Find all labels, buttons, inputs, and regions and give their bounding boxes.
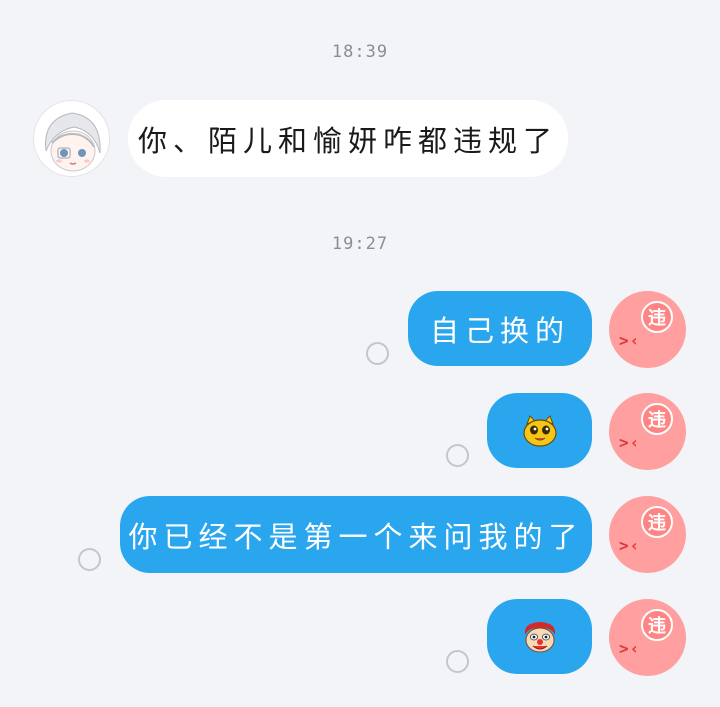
self-avatar[interactable]: 违 >‹ xyxy=(609,291,686,368)
violation-badge: 违 xyxy=(641,403,673,435)
message-select-circle[interactable] xyxy=(78,548,101,571)
violation-badge: 违 xyxy=(641,301,673,333)
avatar-eyes-icon: >‹ xyxy=(619,433,641,452)
yellow-cat-sticker-icon xyxy=(522,414,557,447)
message-select-circle[interactable] xyxy=(446,444,469,467)
anime-girl-avatar-icon xyxy=(45,112,101,172)
incoming-message-bubble[interactable]: 你、陌儿和愉妍咋都违规了 xyxy=(128,100,568,177)
avatar-eyes-icon: >‹ xyxy=(619,536,641,555)
clown-face-sticker-icon xyxy=(524,621,555,652)
timestamp: 19:27 xyxy=(331,234,389,254)
violation-badge: 违 xyxy=(641,506,673,538)
self-avatar[interactable]: 违 >‹ xyxy=(609,496,686,573)
chat-area[interactable]: 18:39 你、陌儿和愉妍咋都违规了 19:27 自己换的 违 >‹ 违 >‹ … xyxy=(0,0,720,707)
contact-avatar[interactable] xyxy=(33,100,110,177)
avatar-eyes-icon: >‹ xyxy=(619,639,641,658)
violation-badge: 违 xyxy=(641,609,673,641)
avatar-eyes-icon: >‹ xyxy=(619,331,641,350)
timestamp: 18:39 xyxy=(331,42,389,62)
outgoing-message-bubble[interactable]: 自己换的 xyxy=(408,291,592,366)
message-select-circle[interactable] xyxy=(366,342,389,365)
message-select-circle[interactable] xyxy=(446,650,469,673)
self-avatar[interactable]: 违 >‹ xyxy=(609,599,686,676)
outgoing-sticker-bubble[interactable] xyxy=(487,599,592,674)
self-avatar[interactable]: 违 >‹ xyxy=(609,393,686,470)
outgoing-sticker-bubble[interactable] xyxy=(487,393,592,468)
outgoing-message-bubble[interactable]: 你已经不是第一个来问我的了 xyxy=(120,496,592,573)
